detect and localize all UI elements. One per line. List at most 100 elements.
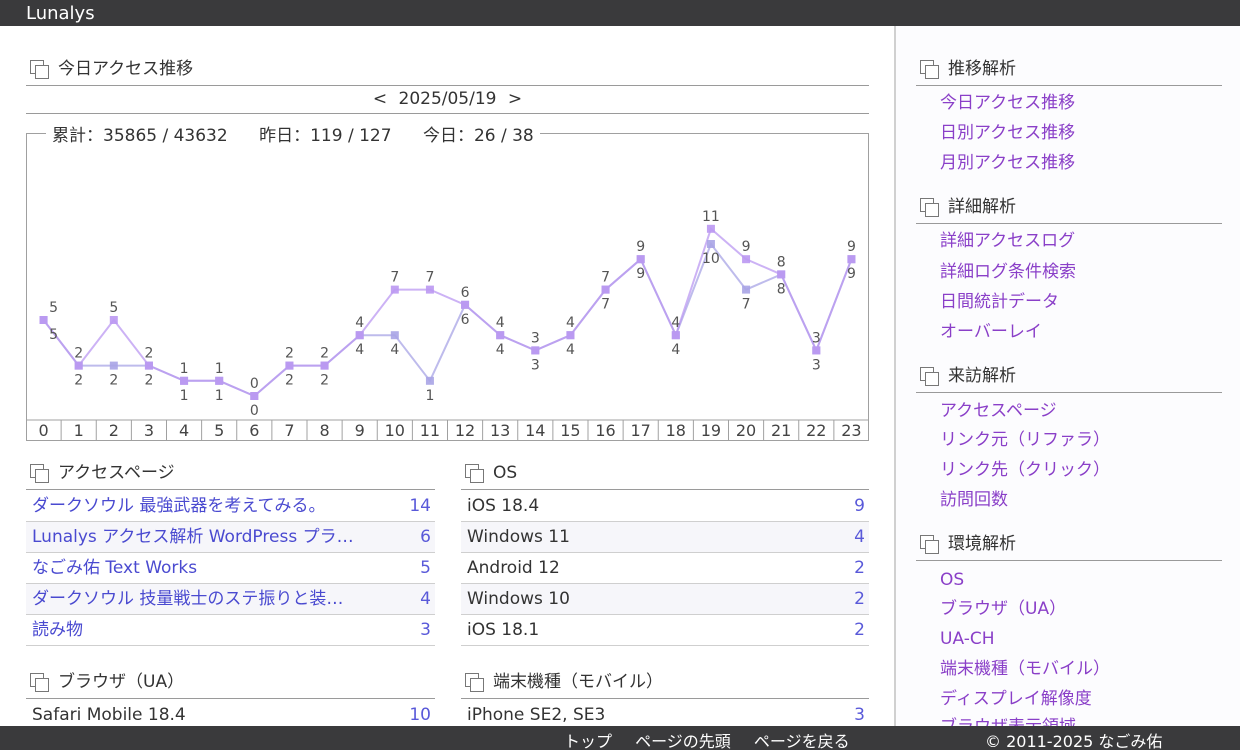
data-label-secondary: 4 [566,342,575,358]
data-label-secondary: 6 [461,312,470,328]
table-row[interactable]: ダークソウル 最強武器を考えてみる。 14 [26,491,435,522]
sidebar-group-trend: 推移解析 [916,52,1222,86]
sidebar-item-viewport[interactable]: ブラウザ表示領域 [940,716,1076,726]
x-tick-label: 0 [38,421,48,440]
data-label-secondary: 1 [215,388,224,404]
sidebar-group-title: 来訪解析 [948,366,1016,386]
sidebar-item-today-trend[interactable]: 今日アクセス推移 [940,92,1075,114]
data-label-secondary: 3 [812,357,821,373]
page-name[interactable]: ダークソウル 最強武器を考えてみる。 [32,491,387,521]
sidebar-item-ua-ch[interactable]: UA-CH [940,628,995,650]
data-label-primary: 6 [461,285,470,301]
x-tick-label: 18 [666,421,686,440]
section-icon [920,367,939,386]
data-label-primary: 4 [355,315,364,331]
sidebar-item-os[interactable]: OS [940,569,964,591]
data-label-secondary: 7 [601,297,610,313]
prev-date-button[interactable]: < [370,86,390,112]
data-label-secondary: 1 [180,388,189,404]
access-pages-title[interactable]: アクセスページ [58,463,175,483]
sidebar-item-overlay[interactable]: オーバーレイ [940,321,1042,343]
today-access-header: 今日アクセス推移 [26,52,869,86]
sidebar-item-resolution[interactable]: ディスプレイ解像度 [940,688,1092,710]
data-label-secondary: 1 [425,388,434,404]
data-label-secondary: 4 [355,342,364,358]
data-label-secondary: 5 [49,327,58,343]
data-label-secondary: 0 [250,403,259,419]
footer-link-top[interactable]: トップ [564,732,612,750]
table-row[interactable]: Lunalys アクセス解析 WordPress プラ… 6 [26,522,435,553]
data-label-primary: 2 [320,346,329,362]
page-name[interactable]: 読み物 [32,615,387,645]
table-row[interactable]: ダークソウル 技量戦士のステ振りと装… 4 [26,584,435,615]
table-row[interactable]: なごみ佑 Text Works 5 [26,553,435,584]
os-count: 2 [854,620,865,640]
data-label-secondary: 9 [847,266,856,282]
data-point-primary [285,361,294,370]
data-point-primary [531,346,540,355]
page-name[interactable]: Lunalys アクセス解析 WordPress プラ… [32,522,387,552]
sidebar-item-access-page[interactable]: アクセスページ [940,400,1057,422]
data-point-primary [74,361,83,370]
table-row: iPhone SE2, SE3 3 [461,700,869,726]
x-tick-label: 14 [525,421,545,440]
data-point-primary [425,285,434,294]
os-count: 9 [854,496,865,516]
data-label-primary: 11 [702,209,720,225]
data-point-primary [847,255,856,264]
browser-title[interactable]: ブラウザ（UA） [58,672,184,692]
data-label-primary: 2 [144,346,153,362]
access-pages-panel: アクセスページ ダークソウル 最強武器を考えてみる。 14 Lunalys アク… [26,456,435,646]
data-label-primary: 2 [285,346,294,362]
os-panel: OS iOS 18.4 9 Windows 11 4 Android 12 2 … [461,456,869,646]
device-title[interactable]: 端末機種（モバイル） [493,672,663,692]
data-label-secondary: 2 [320,373,329,389]
x-tick-label: 2 [109,421,119,440]
sidebar-item-access-log[interactable]: 詳細アクセスログ [940,230,1075,252]
section-icon [920,198,939,217]
os-name: Windows 11 [467,527,570,547]
os-name: Windows 10 [467,589,570,609]
sidebar-group-env: 環境解析 [916,527,1222,561]
os-title[interactable]: OS [493,463,517,483]
os-count: 2 [854,558,865,578]
today-count: 今日：26 / 38 [422,126,534,146]
yesterday-count: 昨日：119 / 127 [259,126,392,146]
sidebar-group-detail: 詳細解析 [916,190,1222,224]
data-label-primary: 5 [49,300,58,316]
section-icon [920,60,939,79]
sidebar-item-monthly-trend[interactable]: 月別アクセス推移 [940,152,1075,174]
data-label-secondary: 2 [109,373,118,389]
data-point-primary [601,285,610,294]
data-label-secondary: 4 [671,342,680,358]
app-title[interactable]: Lunalys [26,3,95,25]
x-tick-label: 1 [74,421,84,440]
footer-link-back[interactable]: ページを戻る [754,732,850,750]
data-label-primary: 1 [215,361,224,377]
sidebar-item-visit-count[interactable]: 訪問回数 [940,489,1008,511]
data-label-secondary: 8 [777,281,786,297]
section-icon [465,464,484,483]
data-point-primary [566,331,575,340]
sidebar-item-device[interactable]: 端末機種（モバイル） [940,658,1110,680]
data-label-secondary: 3 [531,357,540,373]
footer-link-page-top[interactable]: ページの先頭 [635,732,731,750]
next-date-button[interactable]: > [505,86,525,112]
sidebar-item-log-search[interactable]: 詳細ログ条件検索 [940,261,1076,283]
sidebar-item-referrer[interactable]: リンク元（リファラ） [940,429,1110,451]
data-point-primary [671,331,680,340]
x-tick-label: 21 [771,421,791,440]
page-name[interactable]: ダークソウル 技量戦士のステ振りと装… [32,584,387,614]
data-point-secondary [390,331,399,340]
data-label-secondary: 7 [742,297,751,313]
data-label-primary: 7 [601,270,610,286]
table-row[interactable]: 読み物 3 [26,615,435,646]
data-label-primary: 4 [496,315,505,331]
page-name[interactable]: なごみ佑 Text Works [32,553,387,583]
data-point-primary [180,376,189,385]
sidebar-item-daily-stats[interactable]: 日間統計データ [940,291,1059,313]
sidebar-item-daily-trend[interactable]: 日別アクセス推移 [940,122,1075,144]
sidebar-item-click[interactable]: リンク先（クリック） [940,459,1110,481]
sidebar-item-browser[interactable]: ブラウザ（UA） [940,598,1066,620]
x-tick-label: 7 [284,421,294,440]
